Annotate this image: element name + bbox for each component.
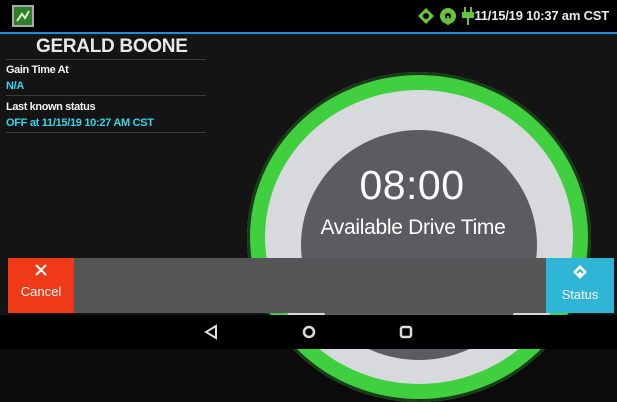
status-datetime: 11/15/19 10:37 am CST — [474, 8, 609, 23]
power-plug-icon — [462, 7, 474, 25]
direction-icon — [573, 265, 587, 279]
gps-icon — [418, 8, 434, 24]
last-status-label: Last known status — [6, 101, 96, 113]
recents-icon[interactable] — [398, 324, 414, 340]
driver-name: GERALD BOONE — [36, 36, 188, 57]
divider — [6, 59, 206, 60]
gain-time-label: Gain Time At — [6, 64, 69, 76]
close-icon — [35, 264, 47, 276]
system-nav-bar — [0, 315, 617, 349]
app-icon[interactable] — [12, 5, 34, 27]
back-icon[interactable] — [203, 324, 219, 340]
app-glyph-icon — [16, 10, 30, 22]
available-drive-time-label: Available Drive Time — [320, 216, 506, 239]
home-icon[interactable] — [301, 324, 317, 340]
action-bar — [8, 258, 614, 313]
screen: 11/15/19 10:37 am CST GERALD BOONE Gain … — [0, 0, 617, 402]
divider — [6, 132, 206, 133]
status-bar: 11/15/19 10:37 am CST — [0, 0, 617, 34]
gain-time-value: N/A — [6, 80, 25, 92]
available-drive-time-value: 08:00 — [359, 162, 465, 208]
divider — [6, 95, 206, 96]
status-label: Status — [561, 287, 599, 302]
status-button[interactable]: Status — [546, 258, 614, 313]
last-status-value: OFF at 11/15/19 10:27 AM CST — [6, 117, 154, 129]
cancel-button[interactable]: Cancel — [8, 258, 74, 313]
signal-icon — [440, 8, 456, 25]
cancel-label: Cancel — [20, 284, 62, 299]
